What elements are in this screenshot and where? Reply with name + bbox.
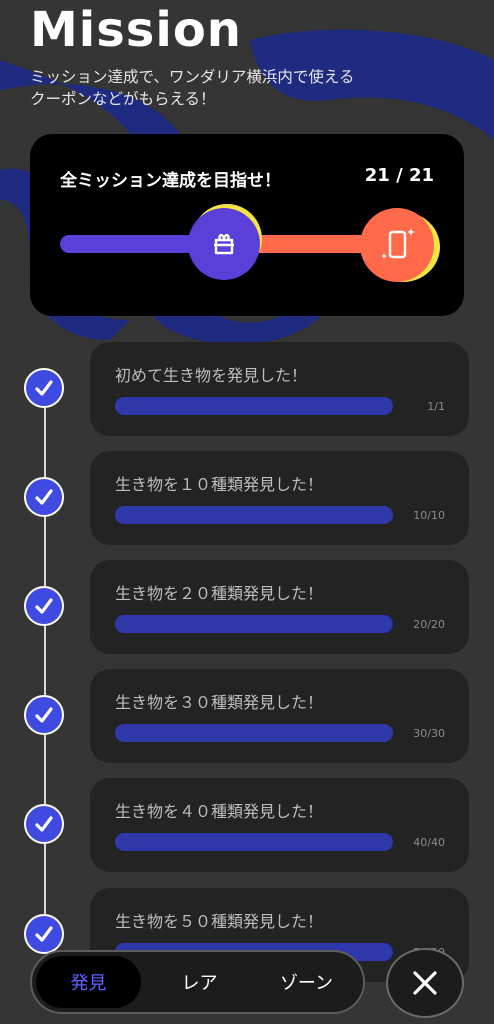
- mission-progress-text: 40/40: [413, 836, 445, 849]
- mission-progress-bar: [115, 833, 393, 851]
- mission-label: 生き物を４０種類発見した！: [115, 802, 324, 821]
- mission-progress-text: 30/30: [413, 727, 445, 740]
- mission-label: 生き物を２０種類発見した！: [115, 584, 324, 603]
- mission-progress-text: 10/10: [413, 509, 445, 522]
- check-icon: [24, 368, 64, 408]
- tab-discover[interactable]: 発見: [36, 956, 141, 1008]
- overall-count: 21 / 21: [364, 165, 434, 186]
- close-button[interactable]: [386, 948, 464, 1018]
- timeline-line: [44, 385, 46, 945]
- mission-item: 初めて生き物を発見した！ 1/1: [90, 342, 469, 436]
- mission-progress-bar: [115, 615, 393, 633]
- check-icon: [24, 586, 64, 626]
- mission-progress-bar: [115, 724, 393, 742]
- tab-rare[interactable]: レア: [147, 956, 252, 1008]
- smartphone-icon: [381, 228, 415, 259]
- mission-item: 生き物を４０種類発見した！ 40/40: [90, 778, 469, 872]
- overall-title: 全ミッション達成を目指せ！: [60, 171, 281, 191]
- check-icon: [24, 804, 64, 844]
- mission-logo: Mission: [30, 2, 242, 58]
- check-icon: [24, 695, 64, 735]
- mission-progress-bar: [115, 506, 393, 524]
- check-icon: [24, 914, 64, 954]
- close-icon: [413, 971, 437, 995]
- mission-label: 初めて生き物を発見した！: [115, 366, 308, 385]
- mission-progress-text: 1/1: [427, 400, 445, 413]
- gift-box-icon: [214, 233, 234, 255]
- mission-item: 生き物を３０種類発見した！ 30/30: [90, 669, 469, 763]
- mission-item: 生き物を１０種類発見した！ 10/10: [90, 451, 469, 545]
- mission-progress-bar: [115, 397, 393, 415]
- mission-label: 生き物を３０種類発見した！: [115, 693, 324, 712]
- mission-progress-text: 20/20: [413, 618, 445, 631]
- subtitle-line-2: クーポンなどがもらえる！: [30, 90, 216, 108]
- subtitle-line-1: ミッション達成で、ワンダリア横浜内で使える: [30, 68, 355, 86]
- overall-progress-card: 全ミッション達成を目指せ！ 21 / 21: [30, 134, 464, 316]
- bottom-tab-bar: 発見 レア ゾーン: [30, 950, 365, 1014]
- tab-zone[interactable]: ゾーン: [254, 956, 359, 1008]
- mission-label: 生き物を５０種類発見した！: [115, 912, 324, 931]
- mission-label: 生き物を１０種類発見した！: [115, 475, 324, 494]
- check-icon: [24, 477, 64, 517]
- page-subtitle: ミッション達成で、ワンダリア横浜内で使える クーポンなどがもらえる！: [30, 66, 460, 110]
- mission-item: 生き物を２０種類発見した！ 20/20: [90, 560, 469, 654]
